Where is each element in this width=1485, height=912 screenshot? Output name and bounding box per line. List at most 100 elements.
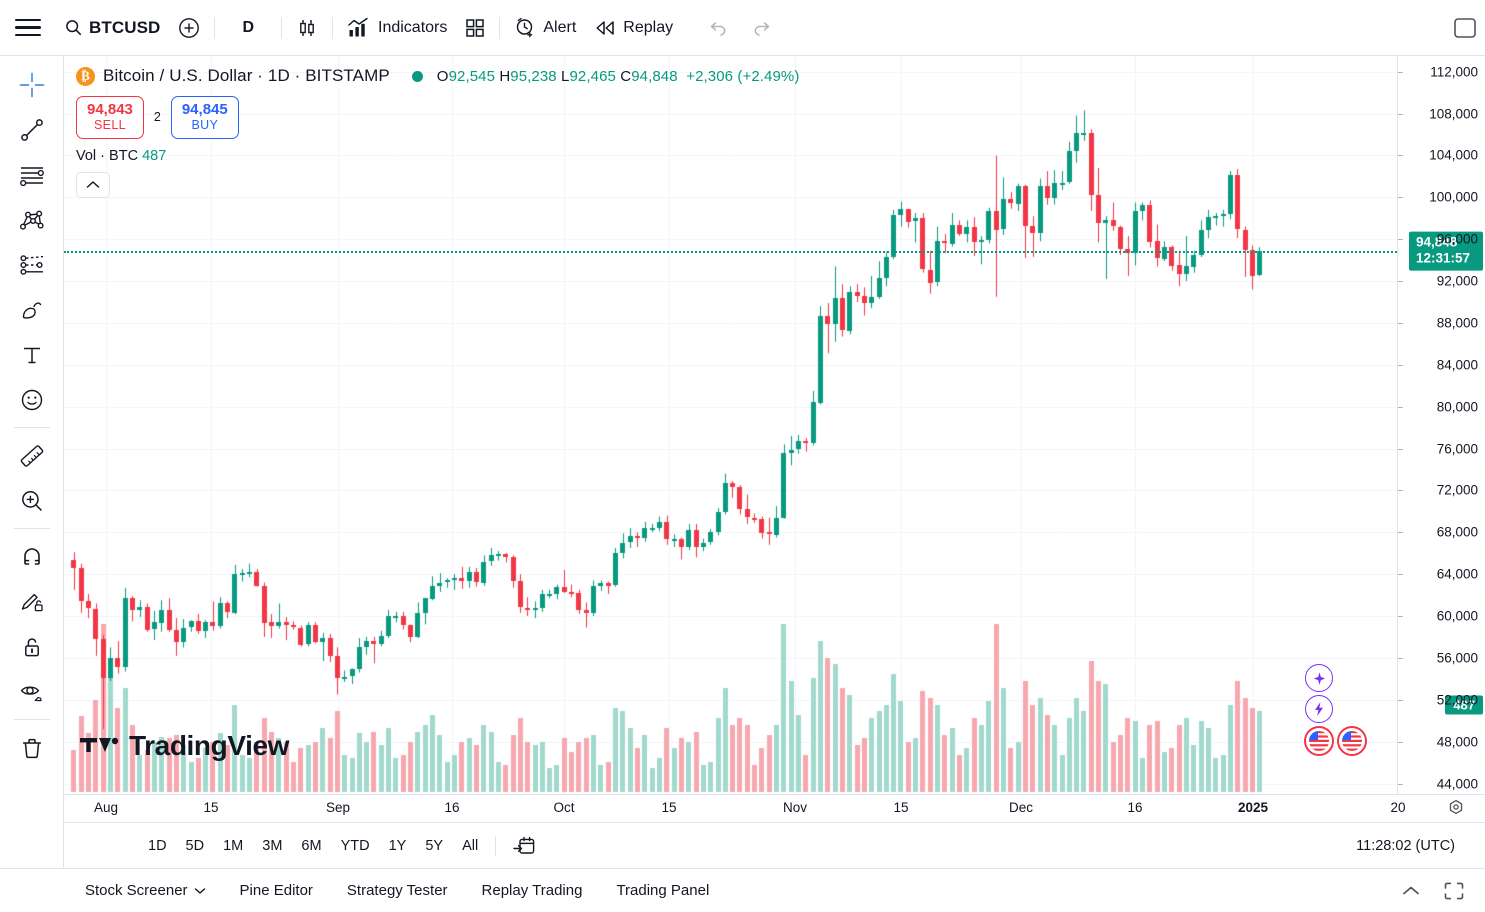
alarm-clock-plus-icon	[514, 17, 536, 39]
price-scale-label: 76,000	[1437, 441, 1478, 456]
ai-sparkle-button[interactable]	[1305, 664, 1333, 692]
divider	[14, 719, 50, 720]
search-icon	[65, 19, 82, 36]
time-axis-label: 16	[444, 800, 459, 815]
chart-type-button[interactable]	[287, 10, 327, 46]
indicators-icon	[347, 17, 371, 39]
time-axis-label: 15	[203, 800, 218, 815]
economic-event-flag-2[interactable]	[1337, 726, 1367, 756]
footer-tab-stock-screener[interactable]: Stock Screener	[76, 877, 215, 904]
trash-icon[interactable]	[10, 725, 54, 770]
replay-button[interactable]: Replay	[585, 10, 682, 46]
chart-main: ₿ Bitcoin / U.S. Dollar · 1D · BITSTAMP …	[64, 56, 1485, 794]
footer-tab-strategy-tester[interactable]: Strategy Tester	[338, 877, 457, 904]
footer-tab-pine-editor[interactable]: Pine Editor	[231, 877, 322, 904]
us-flag-icon	[1342, 731, 1362, 751]
range-button-5y[interactable]: 5Y	[417, 834, 451, 858]
buy-price: 94,845	[182, 101, 228, 118]
footer-tab-label: Pine Editor	[240, 882, 313, 899]
chart-area: ₿ Bitcoin / U.S. Dollar · 1D · BITSTAMP …	[64, 56, 1485, 868]
price-scale-tick	[1398, 784, 1403, 785]
range-button-6m[interactable]: 6M	[293, 834, 329, 858]
redo-button[interactable]	[742, 10, 780, 46]
text-icon[interactable]	[10, 332, 54, 377]
undo-redo-group	[700, 10, 780, 46]
range-button-1y[interactable]: 1Y	[381, 834, 415, 858]
indicators-button[interactable]: Indicators	[338, 10, 456, 46]
range-button-1m[interactable]: 1M	[215, 834, 251, 858]
undo-arrow-icon	[709, 19, 729, 37]
undo-button[interactable]	[700, 10, 738, 46]
bar-countdown: 12:31:57	[1416, 251, 1477, 267]
trend-line-icon[interactable]	[10, 107, 54, 152]
lightning-bolt-icon	[1312, 701, 1326, 717]
sparkle-icon	[1312, 671, 1327, 686]
footer-tab-replay-trading[interactable]: Replay Trading	[473, 877, 592, 904]
measure-ruler-icon[interactable]	[10, 433, 54, 478]
topbar-right-group	[1453, 16, 1479, 40]
footer-tab-trading-panel[interactable]: Trading Panel	[607, 877, 718, 904]
cross-cursor-icon[interactable]	[10, 62, 54, 107]
footer-tab-label: Replay Trading	[482, 882, 583, 899]
fib-retracement-icon[interactable]	[10, 152, 54, 197]
tradingview-logo-icon	[80, 733, 120, 759]
time-axis-label: 2025	[1238, 800, 1268, 815]
hide-drawings-icon[interactable]	[10, 669, 54, 714]
price-scale-label: 64,000	[1437, 567, 1478, 582]
add-symbol-button[interactable]	[169, 10, 209, 46]
volume-value: 487	[142, 148, 166, 164]
chevron-up-icon	[86, 180, 100, 190]
chart-legend: ₿ Bitcoin / U.S. Dollar · 1D · BITSTAMP …	[76, 64, 799, 198]
range-button-3m[interactable]: 3M	[254, 834, 290, 858]
volume-label: Vol · BTC	[76, 148, 138, 164]
divider	[281, 17, 282, 39]
range-button-1d[interactable]: 1D	[140, 834, 175, 858]
symbol-search-button[interactable]: BTCUSD	[56, 10, 169, 46]
range-button-ytd[interactable]: YTD	[333, 834, 378, 858]
layouts-button[interactable]	[456, 10, 494, 46]
price-scale-tick	[1398, 197, 1403, 198]
interval-button[interactable]: D	[220, 10, 276, 46]
lightning-button[interactable]	[1305, 695, 1333, 723]
price-scale-label: 108,000	[1429, 106, 1478, 121]
emoji-icon[interactable]	[10, 377, 54, 422]
chart-panes[interactable]: ₿ Bitcoin / U.S. Dollar · 1D · BITSTAMP …	[64, 56, 1397, 794]
buy-button[interactable]: 94,845 BUY	[171, 96, 239, 139]
divider	[14, 528, 50, 529]
goto-date-button[interactable]	[505, 832, 543, 860]
legend-collapse-button[interactable]	[76, 172, 110, 198]
lock-icon[interactable]	[10, 624, 54, 669]
footer-tab-label: Trading Panel	[616, 882, 709, 899]
footer-collapse-button[interactable]	[1401, 885, 1421, 897]
time-axis[interactable]: Aug15Sep16Oct15Nov15Dec16202520	[64, 794, 1485, 822]
time-axis-settings-button[interactable]	[1447, 799, 1465, 817]
brush-icon[interactable]	[10, 287, 54, 332]
market-open-dot	[412, 71, 423, 82]
ohlc-c-key: C	[620, 68, 631, 85]
pattern-icon[interactable]	[10, 197, 54, 242]
range-button-all[interactable]: All	[454, 834, 486, 858]
sell-button[interactable]: 94,843 SELL	[76, 96, 144, 139]
elliott-wave-icon[interactable]	[10, 242, 54, 287]
price-scale-label: 96,000	[1437, 232, 1478, 247]
zoom-in-icon[interactable]	[10, 478, 54, 523]
panel-toggle-icon[interactable]	[1453, 16, 1479, 40]
price-scale-label: 84,000	[1437, 357, 1478, 372]
range-button-5d[interactable]: 5D	[178, 834, 213, 858]
magnet-icon[interactable]	[10, 534, 54, 579]
legend-title[interactable]: Bitcoin / U.S. Dollar · 1D · BITSTAMP	[103, 66, 390, 86]
hamburger-icon[interactable]	[0, 0, 56, 56]
redo-arrow-icon	[751, 19, 771, 37]
price-scale-label: 112,000	[1430, 64, 1478, 79]
volume-legend[interactable]: Vol · BTC 487	[76, 148, 799, 164]
price-scale-tick	[1398, 407, 1403, 408]
body-row: ₿ Bitcoin / U.S. Dollar · 1D · BITSTAMP …	[0, 56, 1485, 868]
ohlc-o-value: 92,545	[449, 68, 495, 85]
alert-button[interactable]: Alert	[505, 10, 585, 46]
economic-event-flag-1[interactable]	[1304, 726, 1334, 756]
price-scale[interactable]: 94,848 12:31:57 487 112,000108,000104,00…	[1397, 56, 1485, 794]
fullscreen-button[interactable]	[1443, 881, 1465, 901]
drawing-mode-lock-icon[interactable]	[10, 579, 54, 624]
price-scale-label: 56,000	[1437, 650, 1478, 665]
tradingview-watermark: TradingView	[80, 730, 289, 762]
